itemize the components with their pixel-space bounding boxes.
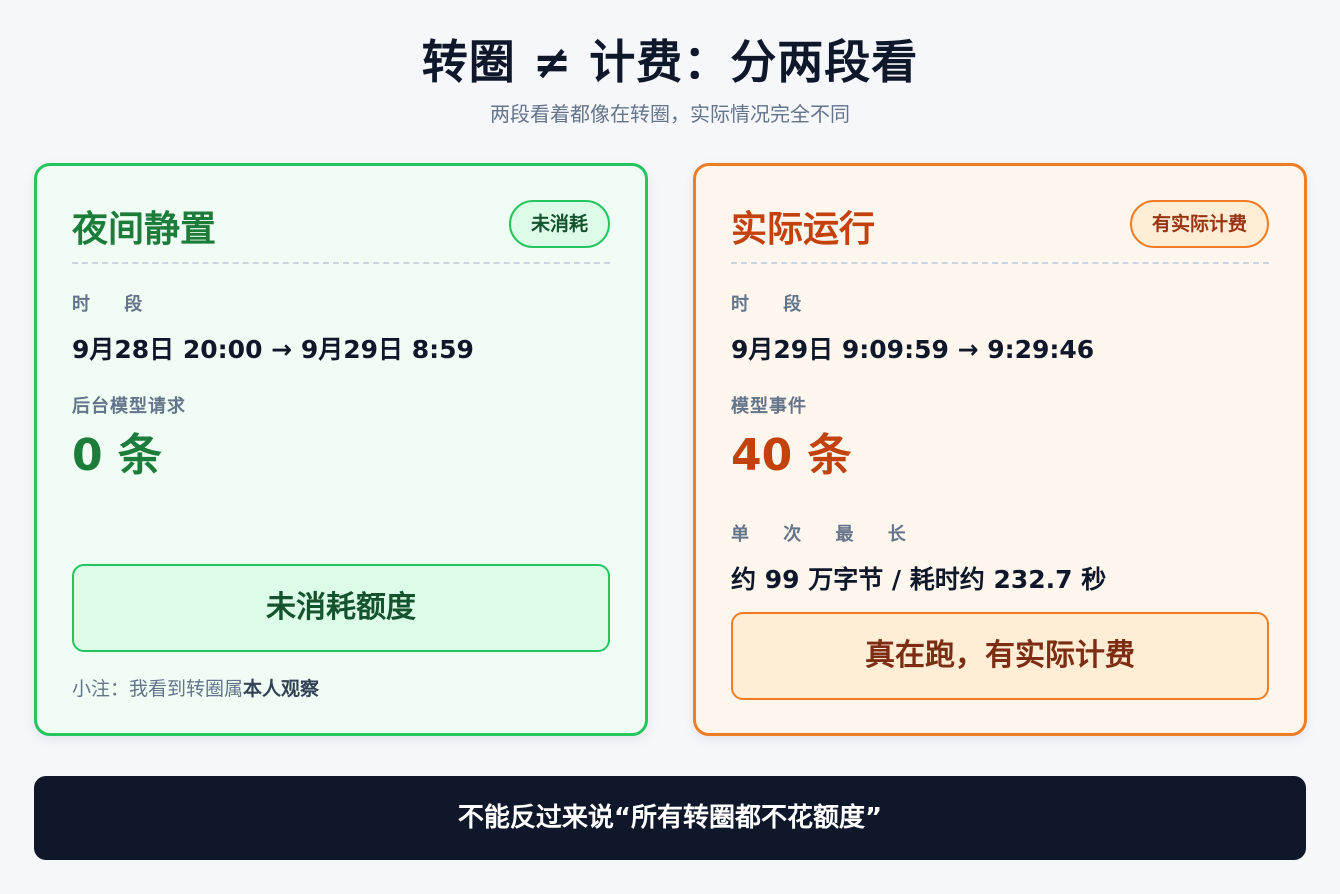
- footnote-bold: 本人观察: [243, 678, 320, 700]
- period-label: 时 段: [731, 294, 816, 315]
- max-single-label: 单 次 最 长: [731, 524, 920, 545]
- night-idle-card: 夜间静置 未消耗 时 段 9月28日 20:00 → 9月29日 8:59 后台…: [34, 163, 648, 736]
- requests-count: 0 条: [72, 430, 162, 481]
- status-badge: 未消耗: [508, 200, 610, 248]
- card-header: 夜间静置 未消耗: [72, 200, 610, 264]
- status-badge: 有实际计费: [1129, 200, 1269, 248]
- actual-run-card: 实际运行 有实际计费 时 段 9月29日 9:09:59 → 9:29:46 模…: [693, 163, 1307, 736]
- footnote-text: 小注：我看到转圈属: [72, 678, 244, 700]
- page: 转圈 ≠ 计费：分两段看 两段看着都像在转圈，实际情况完全不同 夜间静置 未消耗…: [0, 0, 1340, 894]
- verdict-box: 未消耗额度: [72, 564, 610, 652]
- max-single-value: 约 99 万字节 / 耗时约 232.7 秒: [731, 565, 1107, 594]
- period-label: 时 段: [72, 294, 157, 315]
- period-value: 9月28日 20:00 → 9月29日 8:59: [72, 335, 474, 364]
- page-subtitle: 两段看着都像在转圈，实际情况完全不同: [490, 102, 850, 126]
- events-count: 40 条: [731, 430, 852, 481]
- requests-label: 后台模型请求: [72, 396, 186, 417]
- page-title: 转圈 ≠ 计费：分两段看: [421, 35, 919, 89]
- conclusion-banner: 不能反过来说“所有转圈都不花额度”: [34, 776, 1306, 860]
- events-label: 模型事件: [731, 396, 807, 417]
- verdict-box: 真在跑，有实际计费: [731, 612, 1269, 700]
- footnote: 小注：我看到转圈属本人观察: [72, 674, 319, 701]
- period-value: 9月29日 9:09:59 → 9:29:46: [731, 335, 1095, 364]
- card-header: 实际运行 有实际计费: [731, 200, 1269, 264]
